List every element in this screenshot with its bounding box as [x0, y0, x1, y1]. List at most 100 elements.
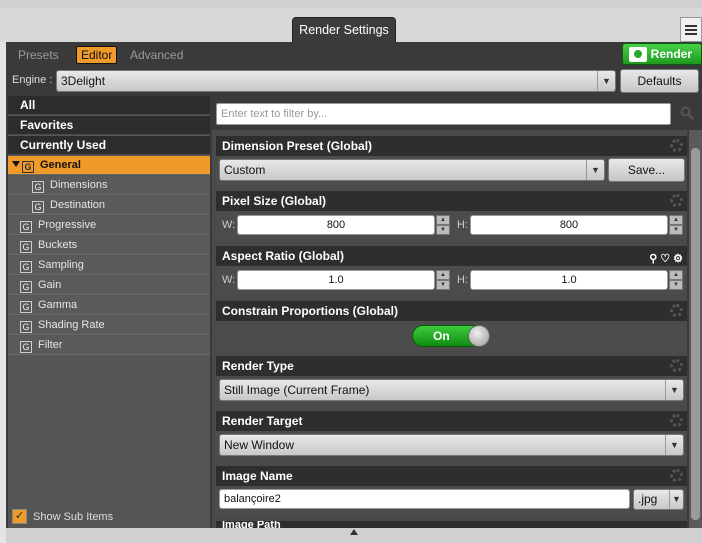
constrain-toggle[interactable]: On	[412, 325, 490, 347]
link-icon[interactable]: ⚲	[649, 249, 657, 269]
stepper-down-icon[interactable]: ▼	[436, 225, 450, 235]
pixel-width-input[interactable]: 800	[237, 215, 435, 235]
tree-item-label: General	[40, 159, 81, 171]
defaults-button[interactable]: Defaults	[620, 69, 699, 93]
group-icon: G	[20, 221, 32, 233]
chevron-up-icon[interactable]	[350, 529, 358, 535]
expand-triangle-icon	[12, 161, 20, 167]
engine-value: 3Delight	[61, 74, 106, 88]
dimension-preset-select[interactable]: Custom ▼	[219, 159, 605, 181]
stepper-up-icon[interactable]: ▲	[436, 270, 450, 280]
gear-icon[interactable]	[670, 304, 683, 317]
tree-item-destination[interactable]: G Destination	[8, 196, 210, 215]
group-icon: G	[20, 321, 32, 333]
tab-render-settings[interactable]: Render Settings	[292, 17, 396, 42]
engine-select[interactable]: 3Delight ▼	[56, 70, 616, 92]
pixel-height-stepper[interactable]: ▲ ▼	[669, 215, 683, 235]
subtab-presets[interactable]: Presets	[14, 46, 63, 64]
render-button-label: Render	[650, 47, 692, 61]
tree-item-label: Filter	[38, 339, 63, 351]
filter-input[interactable]: Enter text to filter by...	[216, 103, 671, 125]
stepper-up-icon[interactable]: ▲	[436, 215, 450, 225]
gear-icon[interactable]	[670, 139, 683, 152]
stepper-down-icon[interactable]: ▼	[669, 225, 683, 235]
gear-icon[interactable]: ⚙	[673, 249, 683, 269]
group-title-text: Render Target	[222, 414, 303, 428]
image-extension-select[interactable]: .jpg ▼	[633, 489, 684, 510]
group-title-text: Dimension Preset (Global)	[222, 139, 373, 153]
tree-item-dimensions[interactable]: G Dimensions	[8, 176, 210, 195]
render-settings-window: Render Settings Presets Editor Advanced …	[0, 0, 702, 543]
render-button[interactable]: Render	[622, 43, 702, 65]
search-icon[interactable]	[680, 106, 694, 120]
tree-item-buckets[interactable]: G Buckets	[8, 236, 210, 255]
render-type-value: Still Image (Current Frame)	[224, 383, 370, 397]
render-target-select[interactable]: New Window ▼	[219, 434, 684, 456]
group-title-text: Pixel Size (Global)	[222, 194, 327, 208]
group-actions: ⚲ ♡ ⚙	[649, 249, 683, 269]
subtab-editor[interactable]: Editor	[76, 46, 118, 64]
group-title: Dimension Preset (Global)	[216, 136, 687, 156]
group-title-text: Render Type	[222, 359, 294, 373]
aspect-height-input[interactable]: 1.0	[470, 270, 668, 290]
tree-item-label: Sampling	[38, 259, 84, 271]
scrollbar-thumb[interactable]	[691, 148, 700, 520]
pixel-height-input[interactable]: 800	[470, 215, 668, 235]
group-title: Pixel Size (Global)	[216, 191, 687, 211]
tree-item-progressive[interactable]: G Progressive	[8, 216, 210, 235]
nav-currently-used[interactable]: Currently Used	[8, 136, 210, 155]
chevron-down-icon: ▼	[597, 71, 615, 91]
chevron-down-icon: ▼	[669, 490, 683, 509]
tree-item-sampling[interactable]: G Sampling	[8, 256, 210, 275]
gear-icon[interactable]	[670, 469, 683, 482]
aspect-width-input[interactable]: 1.0	[237, 270, 435, 290]
group-icon: G	[32, 201, 44, 213]
subtab-advanced[interactable]: Advanced	[126, 46, 187, 64]
pixel-width-stepper[interactable]: ▲ ▼	[436, 215, 450, 235]
group-icon: G	[20, 301, 32, 313]
favorite-heart-icon[interactable]: ♡	[660, 249, 670, 269]
height-label: H:	[457, 274, 468, 286]
tree-item-gain[interactable]: G Gain	[8, 276, 210, 295]
stepper-up-icon[interactable]: ▲	[669, 270, 683, 280]
gear-icon[interactable]	[670, 194, 683, 207]
tree-item-general[interactable]: G General	[8, 156, 210, 175]
chevron-down-icon: ▼	[586, 160, 604, 180]
nav-all[interactable]: All	[8, 96, 210, 115]
group-title: Constrain Proportions (Global)	[216, 301, 687, 321]
render-type-select[interactable]: Still Image (Current Frame) ▼	[219, 379, 684, 401]
group-title-text: Constrain Proportions (Global)	[222, 304, 398, 318]
dimension-preset-value: Custom	[224, 163, 266, 177]
group-icon: G	[22, 161, 34, 173]
tree-item-label: Gamma	[38, 299, 78, 311]
nav-favorites[interactable]: Favorites	[8, 116, 210, 135]
tree-item-gamma[interactable]: G Gamma	[8, 296, 210, 315]
stepper-up-icon[interactable]: ▲	[669, 215, 683, 225]
aspect-width-stepper[interactable]: ▲ ▼	[436, 270, 450, 290]
tree-item-label: Progressive	[38, 219, 97, 231]
show-sub-items[interactable]: ✓ Show Sub Items	[12, 509, 113, 524]
image-extension-value: .jpg	[638, 492, 658, 506]
toggle-knob[interactable]	[468, 325, 490, 347]
image-name-input[interactable]: balançoire2	[219, 489, 630, 509]
gear-icon[interactable]	[670, 414, 683, 427]
group-icon: G	[20, 341, 32, 353]
height-label: H:	[457, 219, 468, 231]
engine-label: Engine :	[12, 74, 53, 86]
save-preset-button[interactable]: Save...	[608, 158, 685, 182]
aspect-height-stepper[interactable]: ▲ ▼	[669, 270, 683, 290]
group-icon: G	[20, 241, 32, 253]
tree-item-label: Buckets	[38, 239, 78, 251]
checkbox-checked-icon[interactable]: ✓	[12, 509, 27, 524]
group-title: Aspect Ratio (Global) ⚲ ♡ ⚙	[216, 246, 687, 266]
group-icon: G	[20, 261, 32, 273]
gear-icon[interactable]	[670, 359, 683, 372]
menu-line-icon	[685, 24, 697, 27]
tree-item-filter[interactable]: G Filter	[8, 336, 210, 355]
group-title: Render Type	[216, 356, 687, 376]
width-label: W:	[222, 274, 236, 286]
panel-menu-button[interactable]	[680, 17, 702, 42]
tree-item-shading-rate[interactable]: G Shading Rate	[8, 316, 210, 335]
stepper-down-icon[interactable]: ▼	[436, 280, 450, 290]
stepper-down-icon[interactable]: ▼	[669, 280, 683, 290]
